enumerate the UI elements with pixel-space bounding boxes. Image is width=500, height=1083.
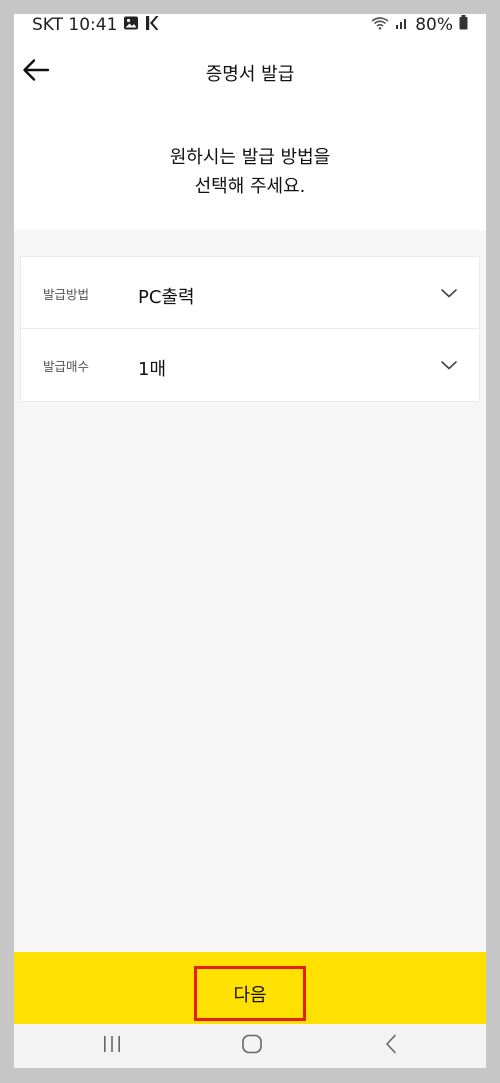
issue-method-select[interactable]: 발급방법 PC출력 [21, 257, 479, 329]
system-nav-bar [14, 1024, 486, 1068]
page-title: 증명서 발급 [205, 64, 295, 85]
issue-method-value: PC출력 [138, 287, 195, 308]
nav-home-button[interactable] [232, 1030, 272, 1062]
intro-line-2: 선택해 주세요. [194, 176, 306, 197]
next-button[interactable]: 다음 [194, 966, 306, 1021]
nav-recent-icon [101, 1035, 123, 1057]
nav-home-icon [241, 1034, 263, 1058]
intro-section: 원하시는 발급 방법을 선택해 주세요. [14, 102, 486, 230]
battery-icon [459, 15, 468, 35]
wifi-icon [371, 15, 389, 35]
nav-back-button[interactable] [372, 1030, 412, 1062]
kakao-k-icon [145, 15, 159, 36]
issue-method-label: 발급방법 [43, 287, 90, 302]
nav-back-icon [384, 1034, 400, 1058]
image-icon [123, 15, 139, 36]
next-bar: 다음 [14, 952, 486, 1024]
issue-count-label: 발급매수 [43, 359, 90, 374]
status-carrier-time: SKT 10:41 [32, 15, 118, 35]
device-frame: SKT 10:41 80% 증명서 발급 원하시는 발급 방법을 선택해 주세요… [0, 0, 500, 1083]
status-left: SKT 10:41 [32, 14, 159, 36]
nav-recent-button[interactable] [92, 1030, 132, 1062]
options-card: 발급방법 PC출력 발급매수 1매 [20, 256, 480, 402]
phone-screen: SKT 10:41 80% 증명서 발급 원하시는 발급 방법을 선택해 주세요… [14, 14, 486, 1068]
status-bar: SKT 10:41 80% [14, 14, 486, 42]
issue-count-value: 1매 [138, 359, 167, 380]
chevron-down-icon [439, 355, 459, 375]
battery-level: 80% [415, 15, 453, 35]
status-right: 80% [371, 14, 468, 36]
app-bar: 증명서 발급 [14, 42, 486, 102]
issue-count-select[interactable]: 발급매수 1매 [21, 329, 479, 401]
chevron-down-icon [439, 283, 459, 303]
signal-icon [395, 15, 409, 35]
intro-line-1: 원하시는 발급 방법을 [169, 147, 331, 168]
